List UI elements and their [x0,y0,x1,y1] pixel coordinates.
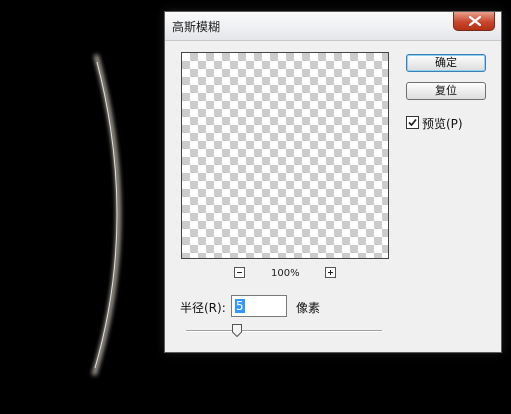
dialog-title: 高斯模糊 [172,20,221,34]
radius-label: 半径(R): [180,301,226,315]
title-bar[interactable]: 高斯模糊 [165,12,501,41]
unit-label: 像素 [296,301,321,315]
close-icon [469,16,481,26]
radius-input[interactable]: 5 [231,295,287,317]
radius-slider-track[interactable] [186,330,382,332]
plus-icon [328,270,333,275]
minus-icon [237,272,242,273]
radius-value: 5 [235,299,245,313]
checkmark-icon [408,118,417,127]
preview-area[interactable] [181,52,389,259]
zoom-in-button[interactable] [325,267,336,278]
preview-label[interactable]: 预览(P) [422,115,463,132]
gaussian-blur-dialog: 高斯模糊 100% 确定 复位 预览(P) 半径(R): 5 像素 [164,11,502,353]
ok-button[interactable]: 确定 [406,54,486,72]
radius-slider-thumb[interactable] [231,324,242,337]
close-button[interactable] [453,12,495,31]
preview-checkbox[interactable] [406,116,419,129]
reset-button[interactable]: 复位 [406,82,486,100]
zoom-out-button[interactable] [234,267,245,278]
zoom-level: 100% [271,268,300,279]
